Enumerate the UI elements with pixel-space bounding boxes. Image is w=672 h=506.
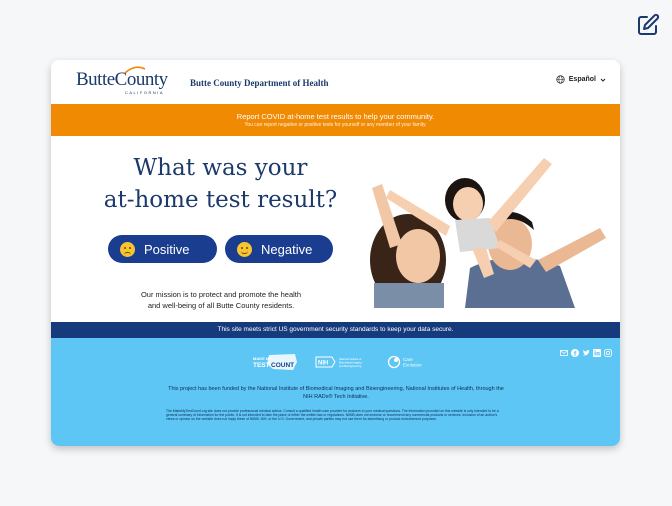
report-banner: Report COVID at-home test results to hel… (51, 104, 620, 136)
svg-text:Care: Care (403, 357, 413, 362)
sick-face-icon (120, 241, 135, 257)
svg-text:Biomedical Imaging: Biomedical Imaging (339, 361, 362, 365)
facebook-icon[interactable] (571, 344, 579, 357)
make-my-test-count-logo[interactable]: MAKE MY TEST COUNT (251, 352, 299, 372)
banner-title: Report COVID at-home test results to hel… (236, 112, 435, 121)
title-line-1: What was your (133, 155, 308, 181)
chevron-down-icon (600, 78, 606, 82)
page-preview-card: ButteCounty CALIFORNIA Butte County Depa… (51, 60, 620, 446)
banner-subtitle: You can report negative or positive test… (244, 122, 427, 128)
positive-label: Positive (144, 241, 190, 257)
page-title: What was your at-home test result? (96, 152, 345, 216)
funding-statement: This project has been funded by the Nati… (168, 386, 504, 400)
logo-text: ButteCounty (76, 69, 168, 90)
mission-line-2: and well-being of all Butte County resid… (147, 301, 295, 310)
disclaimer-text: The MakeMyTestCount.org site does not pr… (166, 409, 499, 422)
instagram-icon[interactable] (604, 344, 612, 357)
logo-swoosh-icon (124, 66, 146, 74)
negative-button[interactable]: Negative (225, 235, 333, 263)
svg-text:TEST: TEST (253, 362, 270, 369)
language-selector[interactable]: Español (556, 75, 606, 84)
email-icon[interactable] (560, 344, 568, 356)
nih-nibib-logo[interactable]: NIH National Institute of Biomedical Ima… (315, 354, 371, 370)
svg-text:NIH: NIH (318, 361, 328, 367)
svg-text:MAKE MY: MAKE MY (253, 356, 272, 361)
security-notice: This site meets strict US government sec… (51, 322, 620, 338)
svg-text:National Institute of: National Institute of (339, 357, 361, 361)
mission-statement: Our mission is to protect and promote th… (126, 289, 316, 311)
logo-subtext: CALIFORNIA (125, 90, 165, 95)
care-evolution-logo[interactable]: Care Evolution (387, 354, 431, 370)
positive-button[interactable]: Positive (108, 235, 217, 263)
site-header: ButteCounty CALIFORNIA Butte County Depa… (51, 60, 620, 104)
language-label: Español (568, 76, 596, 83)
hero-section: What was your at-home test result? Posit… (51, 136, 620, 322)
svg-text:and Bioengineering: and Bioengineering (339, 364, 362, 368)
social-links (560, 344, 612, 357)
smile-face-icon (237, 241, 252, 257)
butte-county-logo[interactable]: ButteCounty CALIFORNIA (76, 66, 168, 95)
linkedin-icon[interactable] (593, 344, 601, 357)
mission-line-1: Our mission is to protect and promote th… (140, 290, 302, 299)
edit-icon[interactable] (636, 13, 660, 37)
svg-text:COUNT: COUNT (271, 362, 294, 369)
svg-text:Evolution: Evolution (403, 363, 422, 368)
site-footer: MAKE MY TEST COUNT NIH National Institut… (51, 338, 620, 446)
negative-label: Negative (261, 241, 313, 257)
title-line-2: at-home test result? (103, 187, 338, 213)
twitter-icon[interactable] (582, 344, 590, 356)
department-name: Butte County Department of Health (190, 78, 329, 88)
globe-icon (556, 75, 565, 84)
partner-logos: MAKE MY TEST COUNT NIH National Institut… (251, 352, 431, 372)
family-photo (360, 148, 620, 308)
